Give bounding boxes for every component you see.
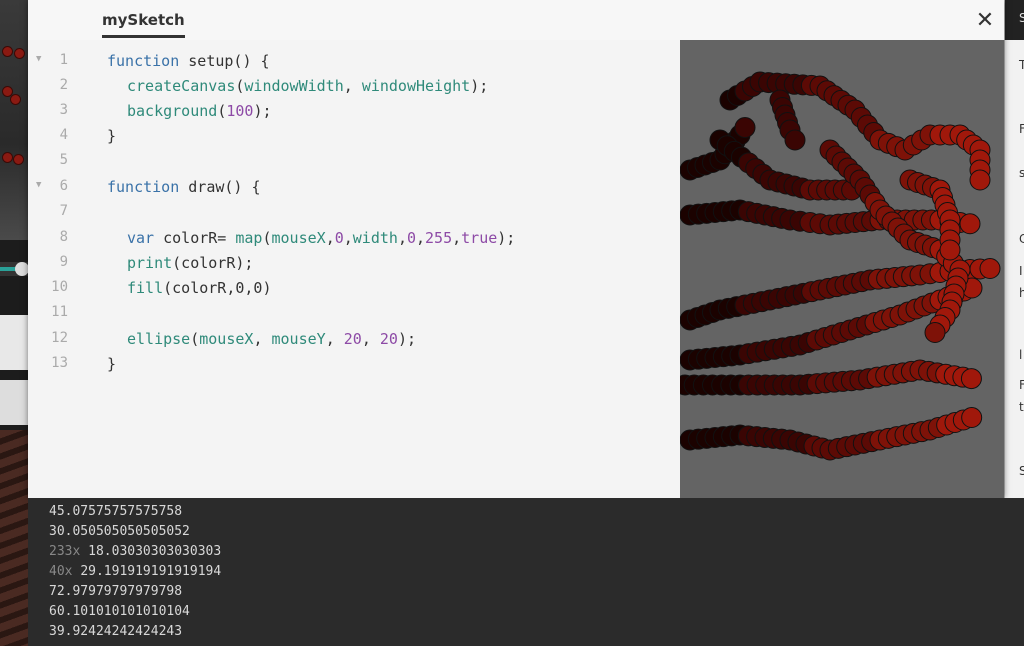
background-dot xyxy=(13,154,24,165)
line-number: 12 xyxy=(51,330,68,346)
sketch-window: mySketch ✕ ▼ 1 function setup() { 2 crea… xyxy=(28,0,1004,498)
code-line: 4 } xyxy=(28,127,680,152)
background-dot xyxy=(14,48,25,59)
line-number: 5 xyxy=(59,152,68,168)
background-text: s xyxy=(1019,166,1024,180)
line-number: 6 xyxy=(59,178,68,194)
code-editor[interactable]: ▼ 1 function setup() { 2 createCanvas(wi… xyxy=(28,40,680,498)
repeat-count: 40x xyxy=(49,564,73,579)
code-text: fill(colorR,0,0) xyxy=(127,279,272,297)
code-text: createCanvas(windowWidth, windowHeight); xyxy=(127,77,489,95)
repeat-count: 233x xyxy=(49,544,81,559)
close-button[interactable]: ✕ xyxy=(972,8,998,34)
line-number: 1 xyxy=(59,52,68,68)
background-text: t xyxy=(1019,400,1024,414)
line-number: 3 xyxy=(59,102,68,118)
line-number: 13 xyxy=(51,355,68,371)
ellipse-mark xyxy=(960,368,982,390)
code-line: 5 xyxy=(28,152,680,177)
line-number: 4 xyxy=(59,127,68,143)
code-line: 9 print(colorR); xyxy=(28,254,680,279)
console-line: 39.92424242424243 xyxy=(49,624,183,639)
ellipse-mark xyxy=(924,322,946,343)
slider-knob xyxy=(15,262,28,276)
code-text: print(colorR); xyxy=(127,254,254,272)
ellipse-mark xyxy=(939,239,961,261)
code-line: 13 } xyxy=(28,355,680,380)
line-number: 7 xyxy=(59,203,68,219)
background-panel xyxy=(0,315,28,370)
console-panel: 45.07575757575758 30.050505050505052 233… xyxy=(28,498,1024,646)
sketch-canvas[interactable] xyxy=(680,40,1004,498)
close-icon: ✕ xyxy=(975,8,995,33)
console-line: 72.97979797979798 xyxy=(49,584,183,599)
background-text: F xyxy=(1019,122,1024,136)
code-line: 7 xyxy=(28,203,680,228)
code-text: ellipse(mouseX, mouseY, 20, 20); xyxy=(127,330,416,348)
code-line: 10 fill(colorR,0,0) xyxy=(28,279,680,304)
console-line: 45.07575757575758 xyxy=(49,504,183,519)
background-dot xyxy=(2,152,13,163)
console-line: 233x 18.03030303030303 xyxy=(49,544,222,559)
background-text: F xyxy=(1019,378,1024,392)
ellipse-mark xyxy=(979,258,1001,279)
line-number: 11 xyxy=(51,304,68,320)
code-text: function draw() { xyxy=(107,178,261,196)
background-dot xyxy=(2,46,13,57)
background-text: h xyxy=(1019,286,1024,300)
code-text: } xyxy=(107,355,117,373)
background-text: T xyxy=(1019,58,1024,72)
code-line: 2 createCanvas(windowWidth, windowHeight… xyxy=(28,77,680,102)
console-line: 40x 29.191919191919194 xyxy=(49,564,222,579)
line-number: 10 xyxy=(51,279,68,295)
background-app-right: S T F s C I h l F t S xyxy=(1004,0,1024,498)
ellipse-mark xyxy=(734,117,756,138)
code-line: ▼ 6 function draw() { xyxy=(28,178,680,203)
code-line: 3 background(100); xyxy=(28,102,680,127)
code-line: 8 var colorR= map(mouseX,0,width,0,255,t… xyxy=(28,229,680,254)
tab-mysketch[interactable]: mySketch xyxy=(102,11,185,38)
code-line: ▼ 1 function setup() { xyxy=(28,52,680,77)
ellipse-mark xyxy=(959,213,981,235)
sketch-canvas-drawing xyxy=(680,71,1001,461)
code-text: background(100); xyxy=(127,102,272,120)
line-number: 9 xyxy=(59,254,68,270)
background-panel xyxy=(0,0,28,240)
code-text: } xyxy=(107,127,117,145)
code-line: 11 xyxy=(28,304,680,329)
background-text: S xyxy=(1019,464,1024,478)
background-panel xyxy=(0,380,28,425)
ellipse-mark xyxy=(784,129,806,151)
ellipse-mark xyxy=(961,407,983,428)
background-slider xyxy=(0,262,28,276)
code-text: function setup() { xyxy=(107,52,270,70)
background-app-left xyxy=(0,0,28,646)
background-text: S xyxy=(1019,11,1024,25)
console-line: 30.050505050505052 xyxy=(49,524,190,539)
background-text: l xyxy=(1019,348,1023,362)
background-image xyxy=(0,430,28,646)
console-line: 60.101010101010104 xyxy=(49,604,190,619)
background-text: C xyxy=(1019,232,1024,246)
background-text: I xyxy=(1019,264,1023,278)
background-dot xyxy=(10,94,21,105)
code-line: 12 ellipse(mouseX, mouseY, 20, 20); xyxy=(28,330,680,355)
window-titlebar: mySketch ✕ xyxy=(28,0,1004,41)
line-number: 2 xyxy=(59,77,68,93)
code-text: var colorR= map(mouseX,0,width,0,255,tru… xyxy=(127,229,516,247)
line-number: 8 xyxy=(59,229,68,245)
ellipse-mark xyxy=(969,169,991,191)
